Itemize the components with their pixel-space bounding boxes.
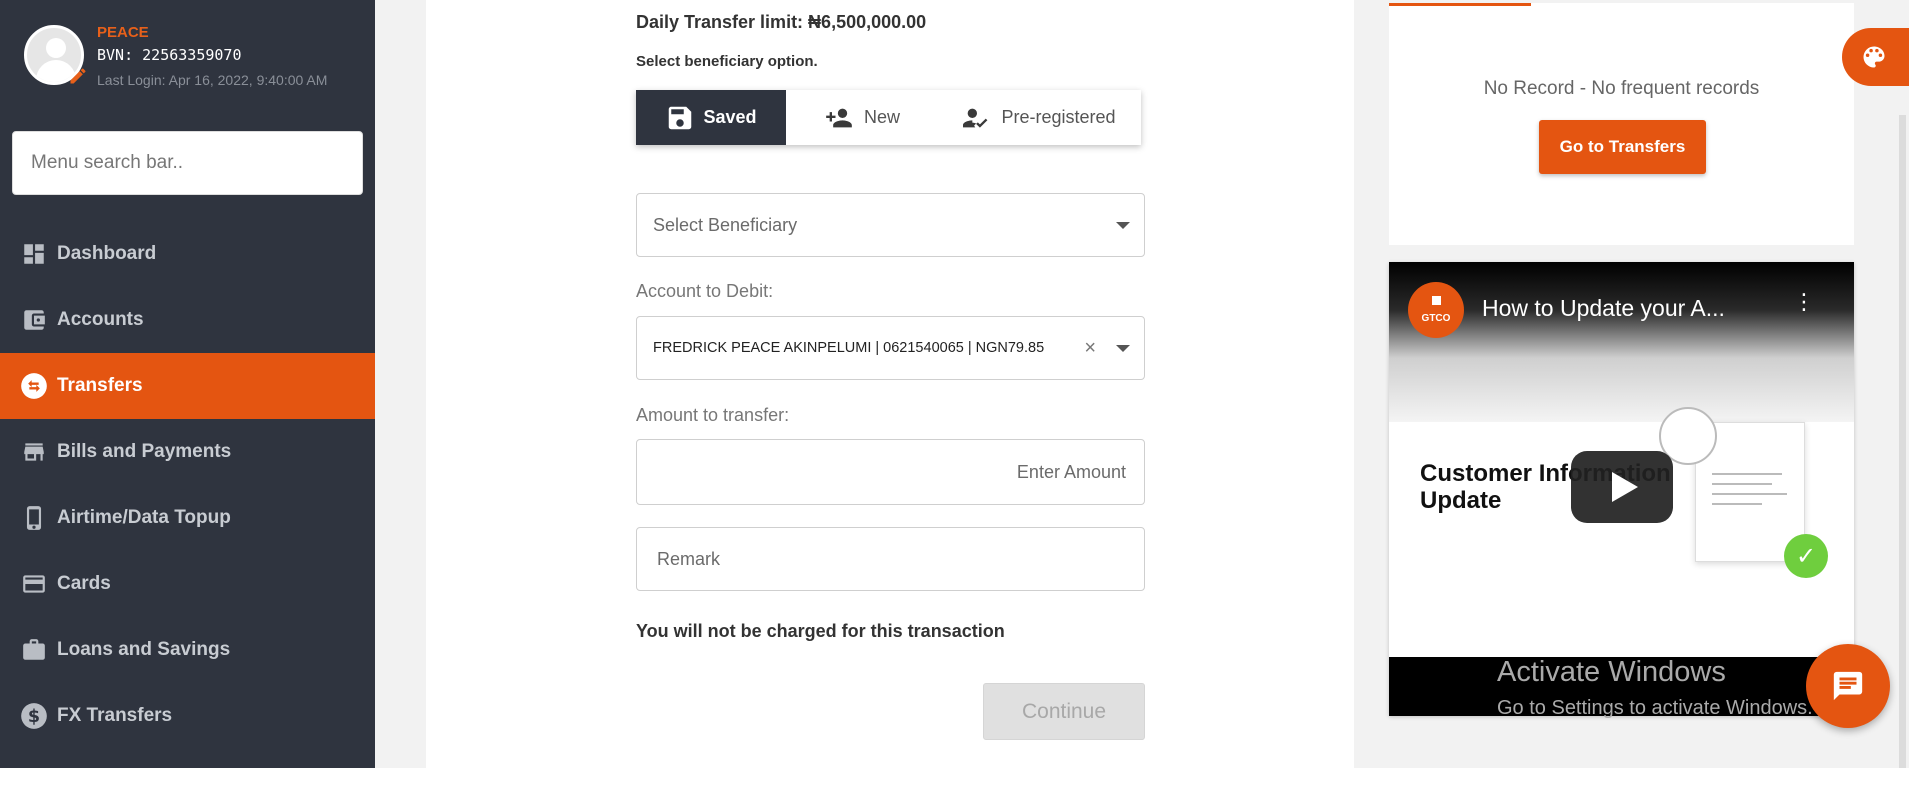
beneficiary-option-label: Select beneficiary option. — [636, 53, 818, 70]
play-button[interactable] — [1571, 451, 1673, 523]
frequent-transfers-card: No Record - No frequent records Go to Tr… — [1389, 3, 1854, 245]
pre-registered-option-label: Pre-registered — [1001, 107, 1116, 127]
sidebar-item-label: Dashboard — [57, 243, 157, 264]
sidebar-item-cards[interactable]: Cards — [0, 551, 375, 617]
app-canvas: PEACE BVN: 22563359070 Last Login: Apr 1… — [0, 0, 1909, 768]
remark-input[interactable]: Remark — [636, 527, 1145, 591]
add-person-icon — [826, 108, 852, 127]
channel-logo[interactable]: GTCO — [1408, 282, 1464, 338]
beneficiary-option-toggle: Saved New Pre-registered — [636, 90, 1141, 145]
doc-line — [1712, 483, 1772, 485]
chevron-down-icon — [1116, 345, 1130, 352]
doc-line — [1712, 473, 1782, 475]
thumbnail-heading: Customer Information Update — [1420, 460, 1671, 514]
saved-option-label: Saved — [703, 107, 757, 127]
page-scrollbar[interactable] — [1899, 115, 1906, 768]
account-to-debit-value: FREDRICK PEACE AKINPELUMI | 0621540065 |… — [653, 340, 1045, 356]
remark-placeholder: Remark — [657, 548, 721, 569]
profile-panel: PEACE BVN: 22563359070 Last Login: Apr 1… — [24, 22, 364, 102]
select-beneficiary-placeholder: Select Beneficiary — [653, 214, 798, 235]
avatar-head — [46, 38, 66, 58]
video-player[interactable]: GTCO How to Update your A... ⋮ ✓ Custome… — [1389, 262, 1854, 716]
logo-square — [1432, 296, 1441, 305]
sidebar-item-label: Bills and Payments — [57, 441, 232, 462]
windows-watermark-title: Activate Windows — [1497, 656, 1726, 688]
edit-profile-icon[interactable] — [68, 66, 88, 86]
briefcase-icon — [20, 636, 48, 664]
daily-limit: Daily Transfer limit: ₦6,500,000.00 — [636, 12, 927, 32]
profile-name: PEACE — [97, 24, 149, 41]
amount-placeholder: Enter Amount — [1016, 461, 1126, 482]
wallet-icon — [20, 306, 48, 334]
sidebar-item-loans-and-savings[interactable]: Loans and Savings — [0, 617, 375, 683]
sidebar-nav: Dashboard Accounts Transfers Bills and P… — [0, 221, 375, 749]
sidebar-item-label: Cards — [57, 573, 111, 594]
store-icon — [20, 438, 48, 466]
doc-line — [1712, 493, 1787, 495]
svg-text:$: $ — [28, 707, 40, 727]
menu-search-input[interactable] — [12, 131, 363, 195]
video-header-gradient — [1389, 262, 1854, 422]
channel-logo-text: GTCO — [1421, 313, 1451, 324]
sidebar-item-bills-and-payments[interactable]: Bills and Payments — [0, 419, 375, 485]
last-login: Last Login: Apr 16, 2022, 9:40:00 AM — [97, 72, 328, 88]
save-icon — [669, 106, 692, 129]
chevron-down-icon — [1116, 222, 1130, 229]
new-option-label: New — [863, 107, 900, 127]
more-vert-icon[interactable]: ⋮ — [1793, 291, 1815, 313]
sidebar-item-airtime-data-topup[interactable]: Airtime/Data Topup — [0, 485, 375, 551]
continue-button[interactable]: Continue — [983, 683, 1145, 740]
transfer-form-panel: Daily Transfer limit: ₦6,500,000.00 Sele… — [426, 0, 1354, 768]
page: PEACE BVN: 22563359070 Last Login: Apr 1… — [0, 0, 1909, 800]
charge-note: You will not be charged for this transac… — [636, 621, 1005, 641]
sidebar-item-label: FX Transfers — [57, 705, 173, 726]
dashboard-icon — [20, 240, 48, 268]
clear-icon[interactable]: × — [1084, 337, 1096, 360]
profile-bvn: BVN: 22563359070 — [97, 46, 242, 64]
sidebar: PEACE BVN: 22563359070 Last Login: Apr 1… — [0, 0, 375, 768]
video-title[interactable]: How to Update your A... — [1482, 295, 1725, 322]
transfer-icon — [20, 372, 48, 400]
chat-button[interactable] — [1806, 644, 1890, 728]
sidebar-item-accounts[interactable]: Accounts — [0, 287, 375, 353]
person-check-icon — [963, 108, 988, 128]
sidebar-item-transfers[interactable]: Transfers — [0, 353, 375, 419]
chat-icon — [1833, 671, 1863, 701]
sidebar-item-label: Transfers — [57, 375, 143, 396]
theme-palette-button[interactable] — [1842, 28, 1909, 86]
pre-registered-option-button[interactable]: Pre-registered — [936, 90, 1141, 145]
account-to-debit-label: Account to Debit: — [636, 281, 774, 301]
select-beneficiary-dropdown[interactable]: Select Beneficiary — [636, 193, 1145, 257]
go-to-transfers-button[interactable]: Go to Transfers — [1539, 120, 1706, 174]
account-to-debit-select[interactable]: FREDRICK PEACE AKINPELUMI | 0621540065 |… — [636, 316, 1145, 380]
saved-option-button[interactable]: Saved — [636, 90, 786, 145]
sidebar-item-label: Loans and Savings — [57, 639, 231, 660]
no-record-message: No Record - No frequent records — [1483, 78, 1760, 99]
play-icon — [1612, 472, 1638, 502]
amount-label: Amount to transfer: — [636, 405, 790, 425]
windows-watermark-subtitle: Go to Settings to activate Windows. — [1497, 697, 1813, 719]
sidebar-item-fx-transfers[interactable]: $ FX Transfers — [0, 683, 375, 749]
sidebar-item-label: Accounts — [57, 309, 144, 330]
sidebar-item-label: Airtime/Data Topup — [57, 507, 231, 528]
amount-input[interactable]: Enter Amount — [636, 439, 1145, 505]
active-tab-indicator — [1389, 3, 1531, 6]
new-option-button[interactable]: New — [786, 90, 936, 145]
check-circle-icon: ✓ — [1784, 534, 1828, 578]
card-icon — [20, 570, 48, 598]
phone-icon — [20, 504, 48, 532]
palette-icon — [1863, 46, 1885, 68]
dollar-icon: $ — [20, 702, 48, 730]
sidebar-item-dashboard[interactable]: Dashboard — [0, 221, 375, 287]
